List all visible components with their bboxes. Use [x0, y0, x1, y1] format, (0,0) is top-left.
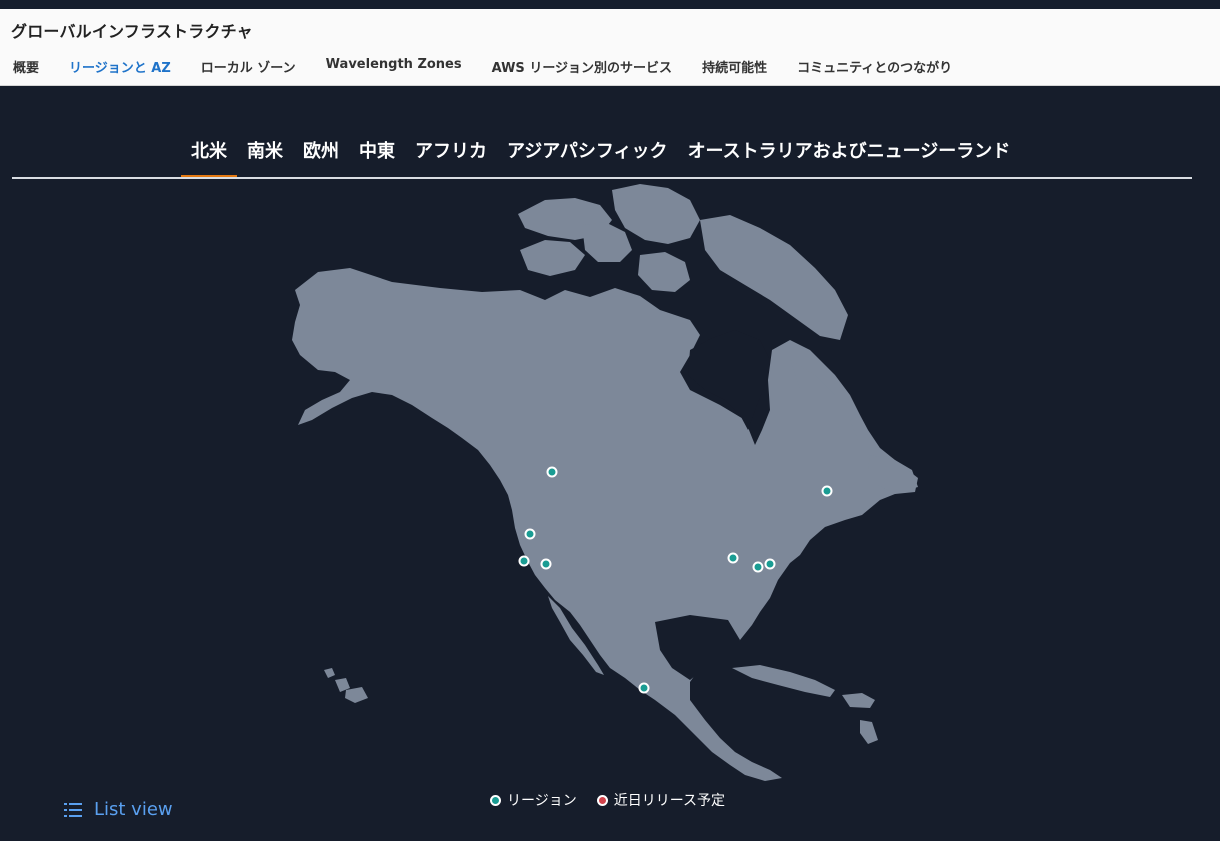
legend-upcoming: 近日リリース予定: [596, 790, 726, 810]
hispaniola: [842, 693, 875, 708]
arctic-island-3: [582, 222, 632, 262]
nav-overview[interactable]: 概要: [13, 57, 39, 76]
map-legend: リージョン 近日リリース予定: [490, 790, 745, 810]
upcoming-dot-icon: [596, 794, 608, 806]
baffin-island: [700, 215, 848, 340]
region-marker-n-california[interactable]: [518, 555, 530, 567]
region-marker-calgary[interactable]: [524, 528, 536, 540]
nav-sustainability[interactable]: 持続可能性: [702, 57, 767, 76]
list-view-label: List view: [94, 799, 173, 820]
continent-shape: [292, 268, 918, 781]
top-strip: [0, 0, 1220, 9]
north-america-map: [292, 184, 918, 781]
region-marker-oregon[interactable]: [546, 466, 558, 478]
map-section: 北米 南米 欧州 中東 アフリカ アジアパシフィック オーストラリアおよびニュー…: [0, 86, 1220, 841]
nav-regions-and-az[interactable]: リージョンと AZ: [69, 57, 171, 76]
page-title: グローバルインフラストラクチャ: [11, 22, 253, 41]
legend-region: リージョン: [490, 790, 577, 810]
region-marker-montreal[interactable]: [821, 485, 833, 497]
legend-region-label: リージョン: [507, 793, 577, 809]
nav-local-zones[interactable]: ローカル ゾーン: [201, 57, 296, 76]
page-header: グローバルインフラストラクチャ 概要 リージョンと AZ ローカル ゾーン Wa…: [0, 9, 1220, 86]
sub-navigation: 概要 リージョンと AZ ローカル ゾーン Wavelength Zones A…: [13, 57, 982, 76]
legend-upcoming-label: 近日リリース予定: [613, 793, 726, 809]
region-marker-ohio[interactable]: [727, 552, 739, 564]
list-icon: [64, 802, 82, 817]
puerto-rico: [860, 720, 878, 744]
nav-services-by-region[interactable]: AWS リージョン別のサービス: [492, 57, 672, 76]
region-marker-gov-west[interactable]: [540, 558, 552, 570]
hawaii-3: [345, 687, 368, 703]
arctic-island-5: [638, 252, 690, 292]
landmass: [292, 184, 918, 781]
arctic-island-2: [520, 240, 585, 276]
region-marker-mexico[interactable]: [638, 682, 650, 694]
nav-wavelength-zones[interactable]: Wavelength Zones: [326, 57, 462, 76]
nav-community[interactable]: コミュニティとのつながり: [797, 57, 952, 76]
region-marker-gov-east[interactable]: [764, 558, 776, 570]
region-dot-icon: [490, 794, 501, 806]
region-marker-n-virginia[interactable]: [752, 561, 764, 573]
list-view-button[interactable]: List view: [64, 799, 173, 820]
hawaii-1: [324, 668, 335, 678]
cuba: [732, 665, 835, 697]
